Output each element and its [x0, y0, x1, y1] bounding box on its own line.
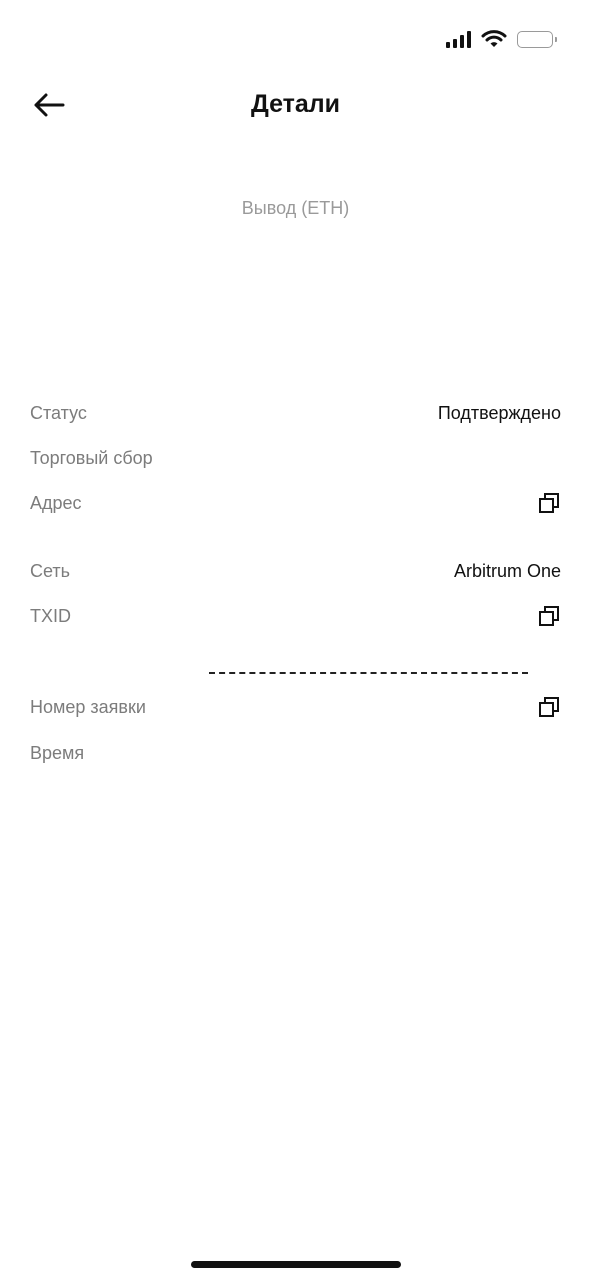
header: Детали: [0, 80, 591, 130]
txid-row: TXID: [30, 601, 561, 631]
network-value: Arbitrum One: [453, 560, 561, 581]
time-row: Время: [30, 738, 561, 768]
home-indicator[interactable]: [191, 1261, 401, 1268]
copy-icon: [539, 606, 559, 626]
network-row: Сеть Arbitrum One: [30, 556, 561, 586]
page-title: Детали: [250, 90, 341, 118]
time-label: Время: [30, 742, 85, 763]
copy-order-number-button[interactable]: [537, 695, 561, 719]
status-row: Статус Подтверждено: [30, 398, 561, 428]
battery-icon: [517, 30, 557, 48]
status-bar: [446, 24, 557, 54]
address-label: Адрес: [30, 492, 82, 513]
copy-txid-button[interactable]: [537, 604, 561, 628]
copy-icon: [539, 697, 559, 717]
fee-label: Торговый сбор: [30, 447, 153, 468]
cellular-signal-icon: [446, 30, 471, 48]
copy-address-button[interactable]: [537, 491, 561, 515]
status-label: Статус: [30, 402, 87, 423]
copy-icon: [539, 493, 559, 513]
network-label: Сеть: [30, 560, 71, 581]
wifi-icon: [481, 30, 507, 47]
address-row: Адрес: [30, 488, 561, 518]
dashed-divider: [209, 672, 528, 674]
txid-label: TXID: [30, 605, 72, 626]
order-number-label: Номер заявки: [30, 696, 146, 717]
fee-row: Торговый сбор: [30, 443, 561, 473]
transaction-type: Вывод (ETH): [241, 198, 350, 218]
order-number-row: Номер заявки: [30, 692, 561, 722]
status-value: Подтверждено: [437, 402, 561, 423]
